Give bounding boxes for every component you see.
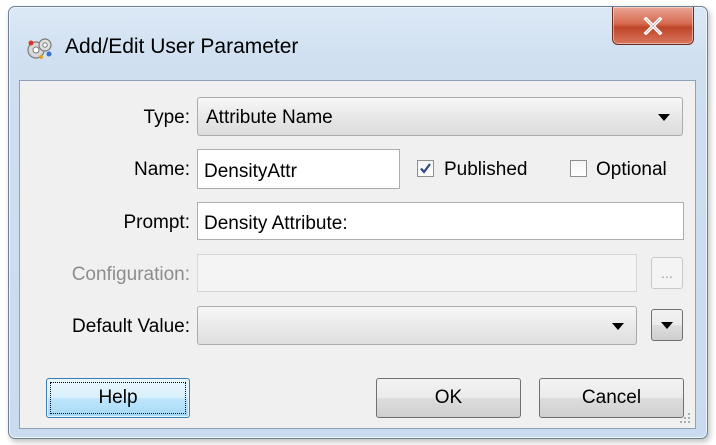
cancel-button[interactable]: Cancel — [539, 378, 684, 418]
prompt-value: Density Attribute: — [204, 213, 348, 234]
dropdown-arrow-icon — [658, 114, 670, 121]
ok-button[interactable]: OK — [376, 378, 521, 418]
window-title: Add/Edit User Parameter — [65, 35, 299, 58]
cancel-button-label: Cancel — [581, 387, 642, 408]
optional-checkbox[interactable] — [570, 160, 587, 177]
checkmark-icon — [420, 163, 431, 174]
dropdown-arrow-icon — [612, 323, 624, 330]
configuration-label: Configuration: — [71, 264, 190, 285]
name-value: DensityAttr — [204, 161, 297, 182]
published-label[interactable]: Published — [444, 159, 527, 181]
prompt-input[interactable]: Density Attribute: — [197, 202, 684, 240]
configuration-input — [197, 254, 637, 292]
prompt-label: Prompt: — [123, 212, 190, 233]
name-input[interactable]: DensityAttr — [197, 149, 400, 189]
type-value: Attribute Name — [206, 107, 333, 128]
type-dropdown[interactable]: Attribute Name — [197, 97, 683, 136]
help-button[interactable]: Help — [46, 378, 190, 418]
default-value-label: Default Value: — [72, 316, 190, 337]
dialog-content: Type: Attribute Name Name: DensityAttr P… — [19, 80, 696, 429]
optional-label[interactable]: Optional — [596, 159, 667, 181]
published-checkbox[interactable] — [417, 160, 434, 177]
parameter-app-icon — [27, 38, 52, 59]
resize-grip-icon[interactable] — [679, 412, 691, 424]
close-x-icon — [643, 16, 663, 35]
configuration-browse-button: ... — [651, 257, 683, 289]
default-value-dropdown[interactable] — [197, 306, 637, 345]
default-value-menu-button[interactable] — [651, 309, 683, 341]
dialog-window: Add/Edit User Parameter Type: Attribute … — [8, 6, 708, 439]
dropdown-arrow-icon — [661, 321, 673, 329]
name-label: Name: — [134, 159, 190, 180]
help-button-label: Help — [98, 387, 138, 408]
close-button[interactable] — [612, 7, 694, 45]
browse-ellipsis: ... — [661, 265, 673, 281]
title-bar[interactable]: Add/Edit User Parameter — [9, 7, 707, 79]
ok-button-label: OK — [434, 387, 463, 408]
type-label: Type: — [143, 107, 190, 128]
